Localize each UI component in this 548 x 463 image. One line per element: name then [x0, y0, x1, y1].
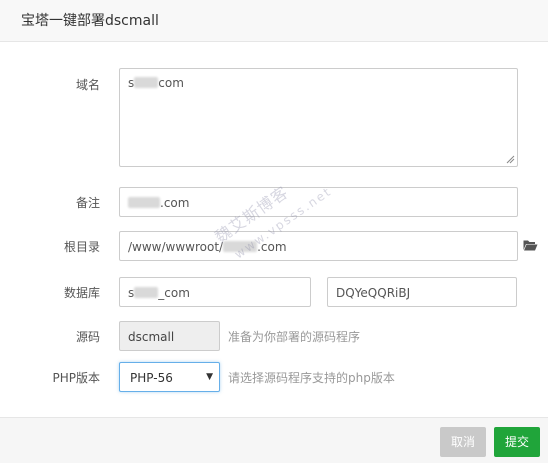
database-label: 数据库 — [63, 286, 100, 300]
redacted-text — [134, 287, 159, 298]
folder-open-icon[interactable] — [523, 239, 538, 251]
php-version-hint: 请选择源码程序支持的php版本 — [228, 371, 395, 385]
root-path-input[interactable]: /www/wwwroot/.com — [119, 231, 518, 261]
dialog-title: 宝塔一键部署dscmall — [21, 13, 159, 29]
database-password: DQYeQQRiBJ — [336, 286, 411, 300]
database-name-input[interactable]: s _com — [119, 277, 311, 307]
redacted-text — [134, 77, 159, 88]
remark-suffix: .com — [160, 196, 190, 210]
submit-button[interactable]: 提交 — [494, 427, 540, 457]
domain-textarea[interactable]: s com — [119, 68, 518, 167]
database-password-input[interactable]: DQYeQQRiBJ — [327, 277, 517, 307]
dropdown-arrow-icon: ▼ — [206, 372, 213, 382]
source-label: 源码 — [75, 330, 100, 344]
root-prefix: /www/wwwroot/ — [128, 240, 224, 254]
domain-label: 域名 — [75, 78, 100, 92]
resize-handle-icon[interactable] — [506, 155, 515, 164]
database-name-suffix: _com — [158, 286, 190, 300]
source-value: dscmall — [128, 330, 175, 344]
php-version-select[interactable]: PHP-56 ▼ — [119, 362, 220, 392]
cancel-button[interactable]: 取消 — [440, 427, 486, 457]
redacted-text — [128, 197, 160, 208]
source-hint: 准备为你部署的源码程序 — [228, 330, 361, 344]
dialog-titlebar: 宝塔一键部署dscmall — [0, 0, 548, 42]
domain-suffix: com — [158, 76, 184, 90]
php-version-label: PHP版本 — [52, 371, 101, 385]
source-input: dscmall — [119, 321, 220, 351]
remark-label: 备注 — [75, 196, 100, 210]
php-version-value: PHP-56 — [130, 371, 173, 385]
root-label: 根目录 — [63, 240, 100, 254]
